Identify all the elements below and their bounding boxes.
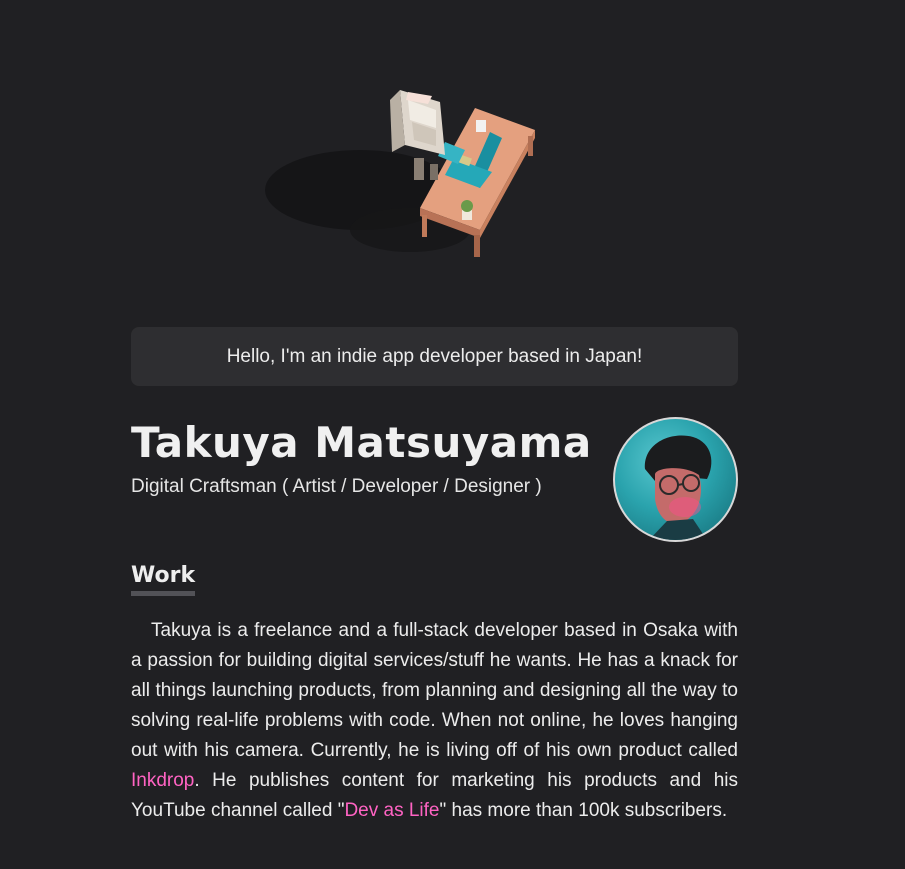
- inkdrop-link[interactable]: Inkdrop: [131, 770, 194, 791]
- profile-photo-icon: [644, 435, 712, 540]
- work-text-1: Takuya is a freelance and a full-stack d…: [131, 620, 738, 761]
- voxel-desk-illustration: [265, 90, 535, 257]
- section-title-work: Work: [131, 563, 196, 596]
- greeting-text: Hello, I'm an indie app developer based …: [226, 345, 643, 367]
- hero-illustration: [0, 0, 905, 320]
- profile-name: Takuya Matsuyama: [131, 418, 592, 467]
- work-paragraph: Takuya is a freelance and a full-stack d…: [131, 616, 738, 826]
- dev-as-life-link[interactable]: Dev as Life: [344, 800, 439, 821]
- profile-role: Digital Craftsman ( Artist / Developer /…: [131, 476, 542, 497]
- avatar: [613, 417, 738, 542]
- greeting-banner: Hello, I'm an indie app developer based …: [131, 327, 738, 386]
- work-text-3: " has more than 100k subscribers.: [439, 800, 728, 821]
